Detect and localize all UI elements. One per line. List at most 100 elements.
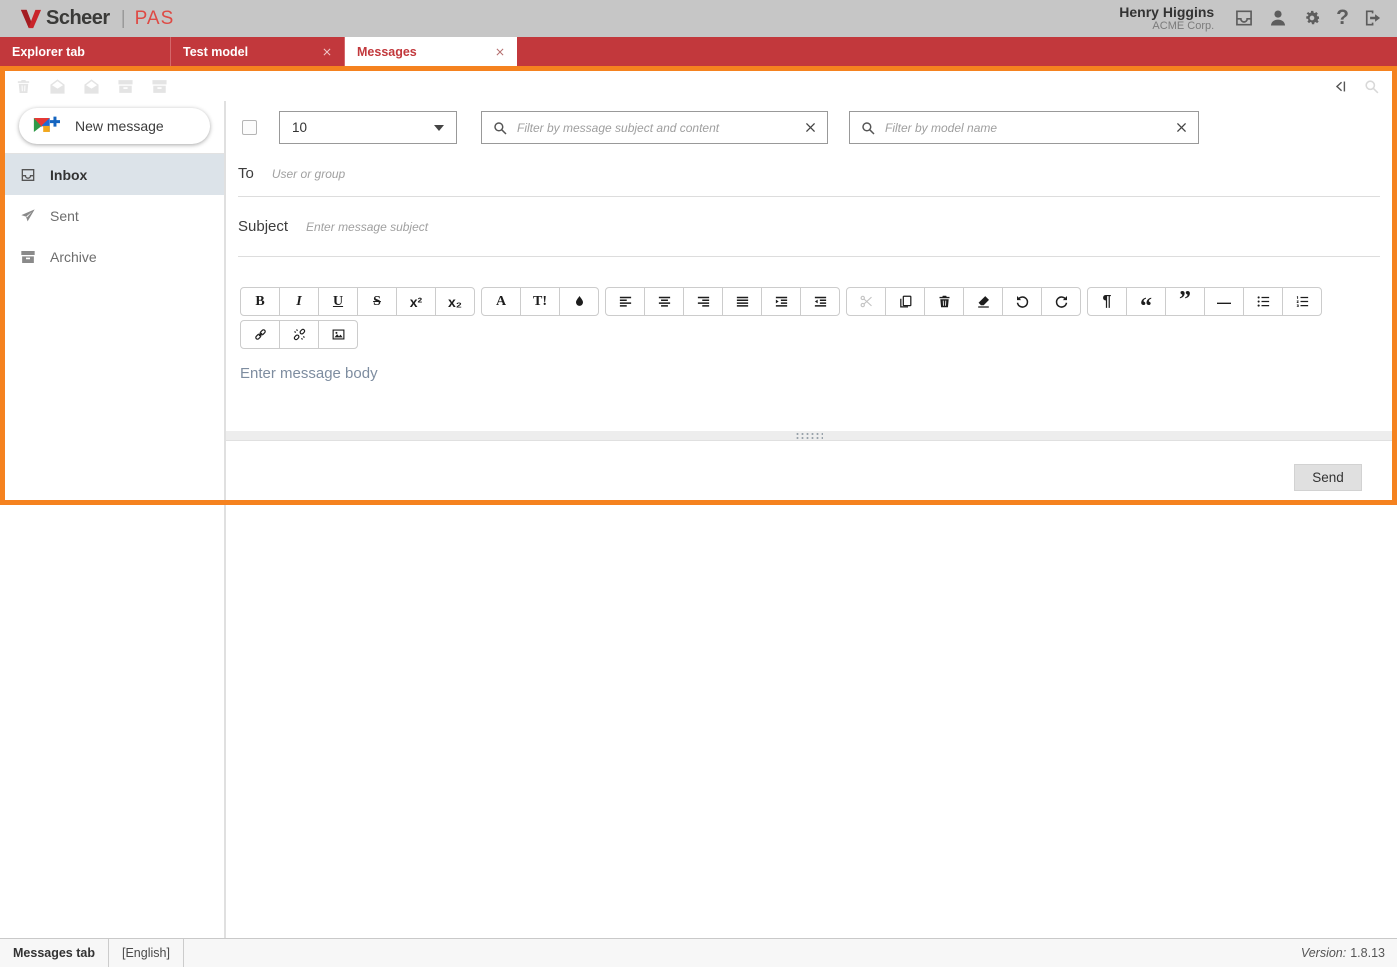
- cut-button: [846, 287, 886, 316]
- indent-button[interactable]: [761, 287, 801, 316]
- page-size-select[interactable]: 10: [279, 111, 457, 144]
- message-body-input[interactable]: [226, 355, 1390, 431]
- collapse-panel-icon[interactable]: [1332, 78, 1349, 95]
- subject-input[interactable]: [306, 219, 1380, 234]
- to-input[interactable]: [271, 165, 1380, 181]
- tab-explorer[interactable]: Explorer tab: [0, 37, 171, 66]
- notifications-tray-icon[interactable]: [1234, 8, 1254, 28]
- list-controls-row: 10: [226, 111, 1392, 144]
- sidebar-item-label: Archive: [50, 248, 97, 265]
- page-size-value: 10: [292, 120, 308, 135]
- align-left-button[interactable]: [605, 287, 645, 316]
- clear-filter-icon[interactable]: [804, 121, 817, 134]
- model-filter: [849, 111, 1199, 144]
- subject-field-row: Subject: [238, 197, 1380, 257]
- horizontal-rule-button[interactable]: —: [1204, 287, 1244, 316]
- search-icon: [492, 120, 508, 136]
- app-header: Scheer | PAS Henry Higgins ACME Corp. ?: [0, 0, 1397, 37]
- editor-toolbar: B I U Sx² x₂ A T! ¶ “” —: [226, 287, 1392, 349]
- new-message-button[interactable]: New message: [19, 108, 210, 144]
- version-label: Version:: [1300, 946, 1347, 960]
- user-area: Henry Higgins ACME Corp. ?: [1119, 4, 1383, 33]
- tab-label: Explorer tab: [12, 44, 85, 59]
- mark-read-icon: [49, 78, 66, 95]
- archive-message-icon: [117, 78, 134, 95]
- tab-test-model[interactable]: Test model: [171, 37, 345, 66]
- ordered-list-button[interactable]: [1282, 287, 1322, 316]
- bold-button[interactable]: B: [240, 287, 280, 316]
- status-tab-name: Messages tab: [13, 946, 95, 960]
- messages-sidebar: New message Inbox Sent Archive: [5, 101, 224, 500]
- clear-filter-icon[interactable]: [1175, 121, 1188, 134]
- to-field-row: To: [238, 150, 1380, 197]
- close-icon[interactable]: [495, 47, 505, 57]
- new-message-icon: [32, 113, 60, 139]
- scheer-pas-logo: Scheer | PAS: [20, 7, 174, 30]
- compose-area: 10 To: [226, 101, 1392, 500]
- tab-label: Messages: [357, 44, 417, 59]
- product-text: PAS: [134, 7, 175, 29]
- sidebar-item-sent[interactable]: Sent: [5, 195, 224, 236]
- copy-button[interactable]: [885, 287, 925, 316]
- font-family-button[interactable]: A: [481, 287, 521, 316]
- search-icon: [860, 120, 876, 136]
- tray-icon: [20, 167, 36, 183]
- undo-button[interactable]: [1002, 287, 1042, 316]
- image-button[interactable]: [318, 320, 358, 349]
- tab-label: Test model: [183, 44, 249, 59]
- text-color-button[interactable]: [559, 287, 599, 316]
- user-organization: ACME Corp.: [1152, 20, 1215, 33]
- delete-button[interactable]: [924, 287, 964, 316]
- messages-body: New message Inbox Sent Archive 10 Filter…: [5, 101, 1392, 500]
- sidebar-item-inbox[interactable]: Inbox: [5, 154, 224, 195]
- redo-button[interactable]: [1041, 287, 1081, 316]
- box-icon: [20, 249, 36, 265]
- brand-divider: |: [120, 7, 126, 29]
- remove-format-button[interactable]: [963, 287, 1003, 316]
- model-filter-input[interactable]: [885, 120, 1167, 135]
- underline-button[interactable]: U: [318, 287, 358, 316]
- subject-filter: [481, 111, 828, 144]
- quote-close-button[interactable]: ”: [1165, 287, 1205, 316]
- empty-area: [0, 505, 1397, 938]
- unordered-list-button[interactable]: [1243, 287, 1283, 316]
- brand-text: Scheer: [46, 7, 110, 29]
- subject-filter-input[interactable]: [517, 120, 796, 135]
- send-button[interactable]: Send: [1294, 464, 1362, 491]
- help-icon[interactable]: ?: [1336, 6, 1349, 30]
- search-toggle-icon[interactable]: [1363, 78, 1380, 95]
- tab-bar: Explorer tab Test model Messages: [0, 37, 1397, 66]
- outdent-button[interactable]: [800, 287, 840, 316]
- subscript-button[interactable]: x₂: [435, 287, 475, 316]
- justify-button[interactable]: [722, 287, 762, 316]
- italic-button[interactable]: I: [279, 287, 319, 316]
- select-all-checkbox[interactable]: [242, 120, 257, 135]
- align-right-button[interactable]: [683, 287, 723, 316]
- align-center-button[interactable]: [644, 287, 684, 316]
- messages-panel: New message Inbox Sent Archive 10 Filter…: [0, 66, 1397, 505]
- unarchive-message-icon: [151, 78, 168, 95]
- send-row: Send: [226, 464, 1392, 491]
- editor-resize-handle[interactable]: [226, 431, 1392, 441]
- tab-messages[interactable]: Messages: [345, 37, 517, 66]
- status-bar: Messages tab [English] Version: 1.8.13: [0, 938, 1397, 967]
- language-selector[interactable]: [English]: [109, 939, 183, 967]
- sidebar-item-archive[interactable]: Archive: [5, 236, 224, 277]
- resize-grip-icon: [795, 432, 823, 439]
- link-button[interactable]: [240, 320, 280, 349]
- superscript-button[interactable]: x²: [396, 287, 436, 316]
- paragraph-button[interactable]: ¶: [1087, 287, 1127, 316]
- app-root: Scheer | PAS Henry Higgins ACME Corp. ? …: [0, 0, 1397, 967]
- message-actions-toolbar: [5, 71, 1392, 101]
- plane-icon: [20, 208, 36, 224]
- strikethrough-button[interactable]: S: [357, 287, 397, 316]
- subject-label: Subject: [238, 218, 289, 235]
- logout-icon[interactable]: [1363, 8, 1383, 28]
- close-icon[interactable]: [322, 47, 332, 57]
- unlink-button[interactable]: [279, 320, 319, 349]
- user-profile-icon[interactable]: [1268, 8, 1288, 28]
- settings-gear-icon[interactable]: [1302, 8, 1322, 28]
- chevron-down-icon: [434, 124, 444, 131]
- quote-open-button[interactable]: “: [1126, 287, 1166, 319]
- font-size-button[interactable]: T!: [520, 287, 560, 316]
